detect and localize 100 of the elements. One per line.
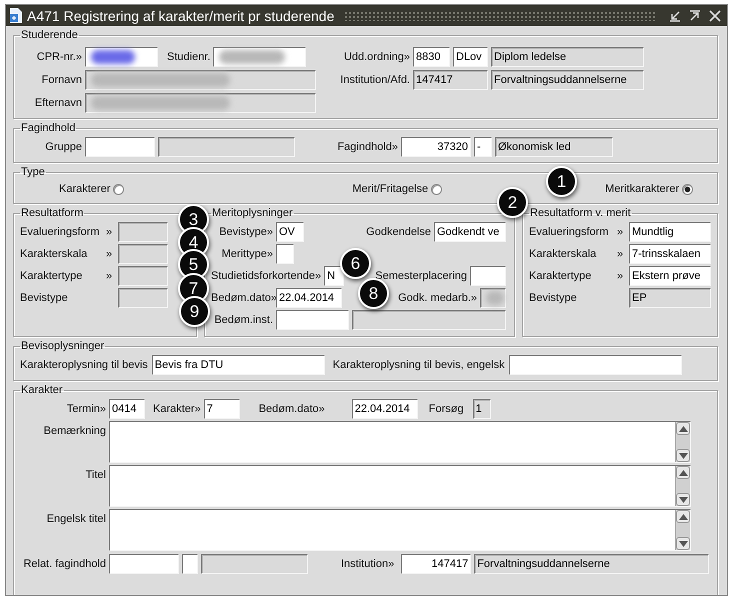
code-field[interactable]: - [474,136,492,156]
name-field[interactable]: Økonomisk led [495,136,613,156]
scroll-down-button[interactable] [676,537,690,550]
field-label: Karakter» [153,402,201,414]
field-label: Efternavn [34,96,82,108]
section-title: Karakter [20,384,64,397]
scroll-down-button[interactable] [676,493,690,506]
forsoeg-field[interactable]: 1 [472,398,491,418]
field-label: Godk. medarb.» [398,292,477,304]
field-label: Karakterskala [20,248,88,260]
callout-badge: 9 [179,296,210,327]
arrow-down-icon [678,540,688,546]
termin-field[interactable]: 0414 [109,398,145,418]
text-area[interactable] [109,421,691,463]
scroll-up-button[interactable] [676,422,690,435]
field-label: Gruppe [44,140,82,152]
callout-badge: 2 [497,187,528,218]
field-label: Bevistype [20,292,69,304]
field-label: Titel [84,468,106,483]
text-field[interactable]: EP [629,288,711,308]
text-area[interactable] [109,465,691,507]
field-label: Engelsk titel [46,512,106,527]
field-label: Studienr. [167,50,210,62]
field-label: Fornavn [40,74,82,86]
field-label: Karakterskala [529,248,598,260]
field-label: Relat. fagindhold [22,558,106,570]
name-field[interactable] [201,554,308,574]
text-field[interactable]: 7-trinsskalaen [629,244,711,264]
scroll-track [676,435,690,449]
scroll-down-button[interactable] [676,449,690,462]
field-label: Bemærkning [42,424,106,439]
scroll-track [676,479,690,493]
text-field[interactable] [118,222,168,242]
lookup-marker: » [616,270,624,282]
section-title: Fagindhold [20,122,76,135]
godkendelse-field[interactable]: Godkendt ve [434,222,506,242]
lookup-marker: » [104,248,114,260]
text-field[interactable]: Ekstern prøve [629,266,711,286]
field-label: Godkendelse [366,226,431,238]
lookup-marker: » [616,248,624,260]
date-field[interactable]: 22.04.2014 [276,288,342,308]
radio-option[interactable]: Meritkarakterer [605,183,694,195]
text-field[interactable] [508,354,682,374]
date-field[interactable]: 22.04.2014 [352,398,418,418]
field-label: Evalueringsform [20,226,100,238]
arrow-up-icon [678,470,688,476]
radio-option[interactable]: Merit/Fritagelse [352,183,442,195]
name-field[interactable] [352,310,506,330]
karakter-field[interactable]: 7 [204,398,240,418]
code-field[interactable]: 147417 [401,554,472,574]
bevistype-field[interactable]: OV [276,222,304,242]
field-label: Karakteroplysning til bevis [20,358,148,370]
field-label: Merittype» [220,248,273,260]
bedom-inst-field[interactable] [276,310,349,330]
text-field[interactable] [118,288,168,308]
field-label: Udd.ordning» [342,50,410,62]
studietid-field[interactable]: N [324,266,344,286]
scroll-up-button[interactable] [676,466,690,479]
lookup-marker: » [616,226,624,238]
field-label: Karaktertype [20,270,84,282]
section-title: Studerende [20,29,79,42]
name-field[interactable]: Diplom ledelse [491,46,644,66]
arrow-down-icon [678,452,688,458]
relat-field[interactable] [109,554,179,574]
arrow-down-icon [678,496,688,502]
field-label: Karakteroplysning til bevis, engelsk [332,358,505,370]
text-field[interactable]: Mundtlig [629,222,711,242]
name-field[interactable]: Forvaltningsuddannelserne [474,554,709,574]
document-icon [9,8,23,23]
callout-badge: 8 [358,278,389,309]
scroll-up-button[interactable] [676,510,690,523]
radio-option[interactable]: Karakterer [59,183,124,195]
merittype-field[interactable] [276,244,294,264]
code-field[interactable]: 147417 [413,70,488,90]
arrow-up-icon [678,514,688,520]
close-button[interactable] [707,8,723,24]
semester-field[interactable] [470,266,506,286]
name-field[interactable] [158,136,295,156]
text-field[interactable]: Bevis fra DTU [152,354,325,374]
arrow-up-icon [678,426,688,432]
code-field[interactable]: DLov [453,46,488,66]
callout-badge: 1 [546,166,577,197]
field-label: Institution» [341,558,394,570]
section-title: Resultatform v. merit [529,207,632,220]
field-label: Bedøm.dato» [258,402,325,414]
redaction-blur [219,50,285,64]
field-label: Bevistype [529,292,578,304]
code-field[interactable]: 37320 [401,136,471,156]
section-title: Resultatform [20,207,84,220]
text-area[interactable] [109,509,691,551]
code-field[interactable] [182,554,198,574]
gruppe-field[interactable] [85,136,155,156]
code-field[interactable]: 8830 [413,46,450,66]
text-field[interactable] [118,266,168,286]
text-field[interactable] [118,244,168,264]
name-field[interactable]: Forvaltningsuddannelserne [491,70,644,90]
lookup-marker: » [104,270,114,282]
field-label: Karaktertype [529,270,592,282]
field-label: CPR-nr.» [36,50,82,62]
window-title: A471 Registrering af karakter/merit pr studerende [27,8,334,24]
